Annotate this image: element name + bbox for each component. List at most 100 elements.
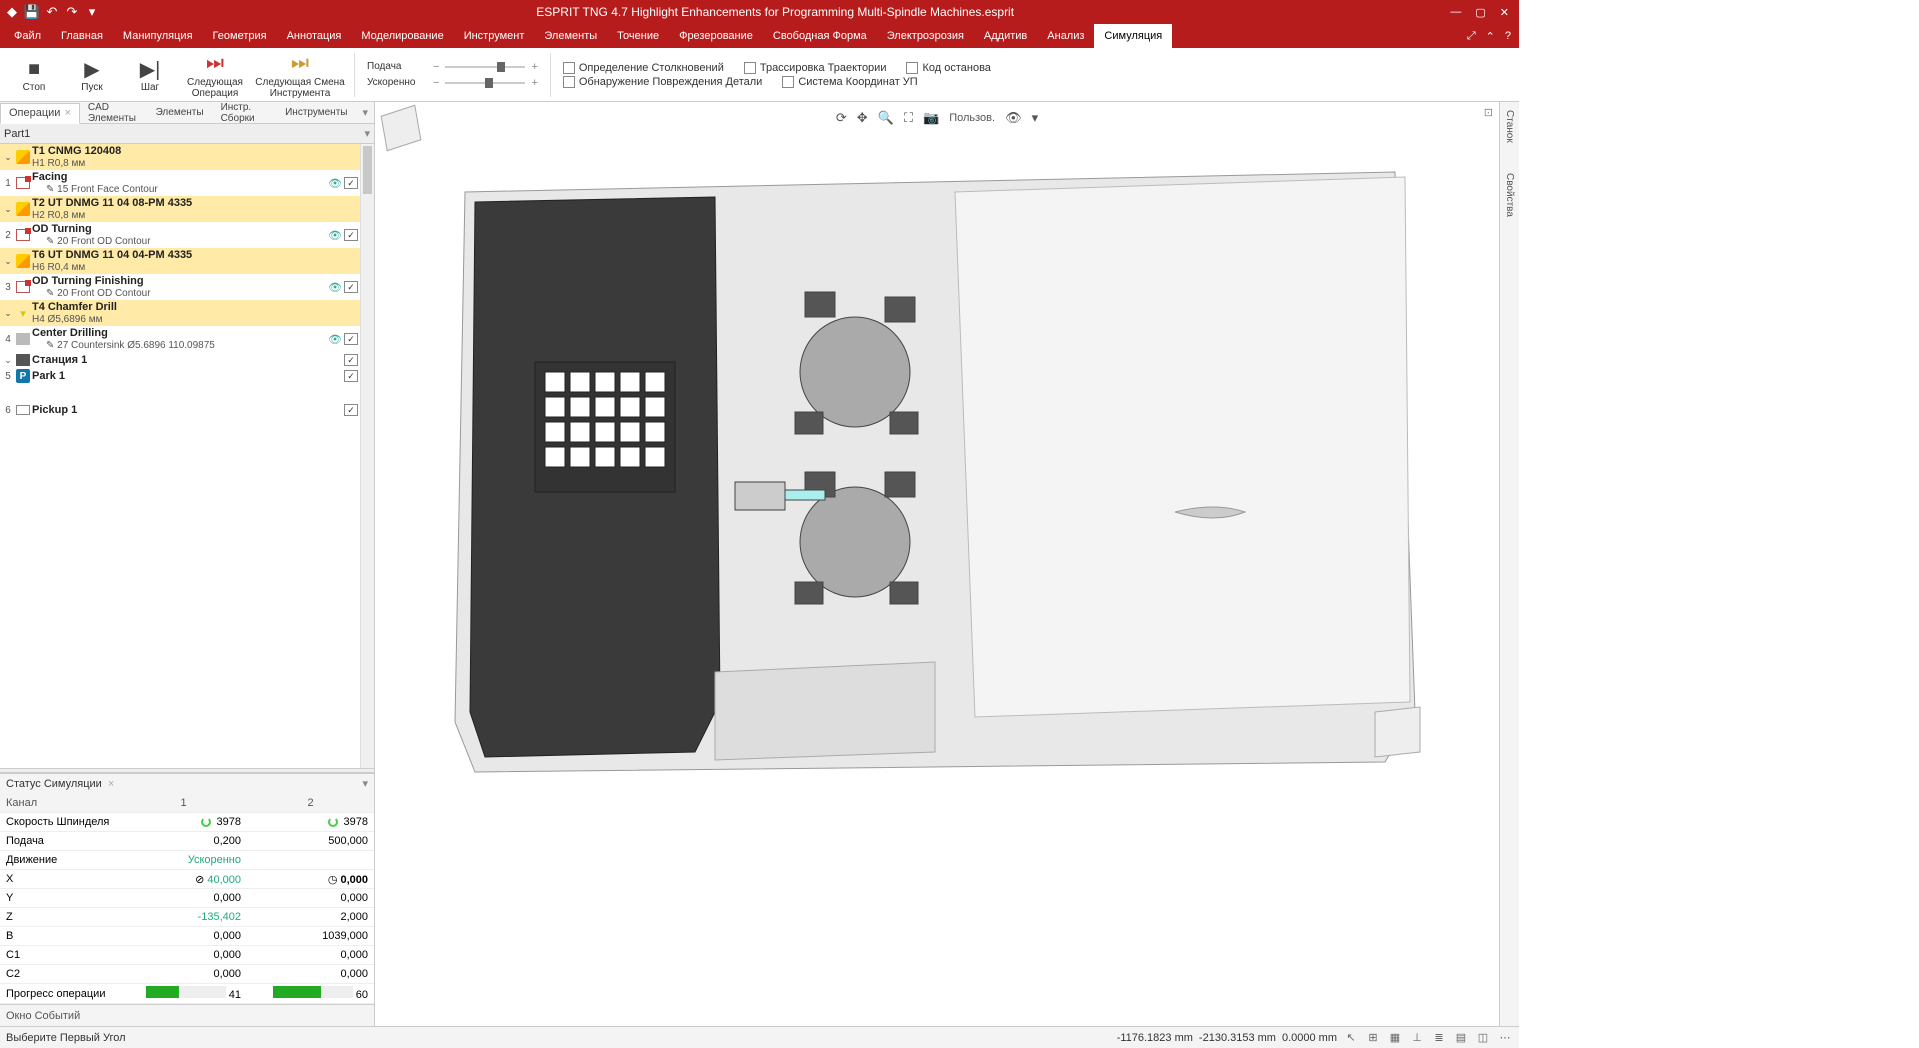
menu-file[interactable]: Файл <box>4 24 51 48</box>
help-icon[interactable]: ? <box>1505 30 1511 42</box>
sim-row: Y0,0000,000 <box>0 889 374 908</box>
tab-elements[interactable]: Элементы <box>148 102 213 123</box>
status-bar: Выберите Первый Угол -1176.1823 mm -2130… <box>0 1026 1519 1048</box>
sim-row: X⊘ 40,000◷ 0,000 <box>0 870 374 889</box>
tree-operation-row[interactable]: 3OD Turning Finishing✎ 20 Front OD Conto… <box>0 274 374 300</box>
ribbon-collapse-icon[interactable]: ⌃ <box>1486 30 1495 43</box>
play-button[interactable]: ▶Пуск <box>64 50 120 100</box>
grid-icon[interactable]: ▦ <box>1387 1030 1403 1046</box>
tree-operation-row[interactable]: 2OD Turning✎ 20 Front OD Contour👁✓ <box>0 222 374 248</box>
window-title: ESPRIT TNG 4.7 Highlight Enhancements fo… <box>100 5 1450 19</box>
left-panel-tabs: Операции× CAD Элементы Элементы Инстр. С… <box>0 102 374 124</box>
tree-tool-row[interactable]: ⌄T1 CNMG 120408H1 R0,8 мм <box>0 144 374 170</box>
operations-tree[interactable]: ⌄T1 CNMG 120408H1 R0,8 мм1Facing✎ 15 Fro… <box>0 144 374 768</box>
status-coord-y: -2130.3153 mm <box>1199 1032 1276 1044</box>
tab-properties[interactable]: Свойства <box>1504 173 1515 217</box>
machine-render <box>415 112 1435 852</box>
layers-icon[interactable]: ≣ <box>1431 1030 1447 1046</box>
right-side-tabs: Станок Свойства <box>1499 102 1519 1026</box>
qat-undo-icon[interactable]: ↶ <box>44 4 60 20</box>
rapid-slider-label: Ускоренно <box>367 77 427 88</box>
menu-analysis[interactable]: Анализ <box>1037 24 1094 48</box>
status-coord-x: -1176.1823 mm <box>1117 1032 1193 1044</box>
menu-milling[interactable]: Фрезерование <box>669 24 763 48</box>
minimize-button[interactable]: — <box>1450 6 1461 19</box>
tab-tool-assemblies[interactable]: Инстр. Сборки <box>213 102 278 123</box>
qat-redo-icon[interactable]: ↷ <box>64 4 80 20</box>
feed-slider-label: Подача <box>367 61 427 72</box>
tree-tool-row[interactable]: ⌄T2 UT DNMG 11 04 08-PM 4335H2 R0,8 мм <box>0 196 374 222</box>
events-panel-header[interactable]: Окно Событий <box>0 1004 374 1026</box>
viewport-3d[interactable]: ⟳ ✥ 🔍 ⛶ 📷 Пользов. 👁 ▾ ⊡ <box>375 102 1499 1026</box>
tree-operation-row[interactable]: 4Center Drilling✎ 27 Countersink Ø5.6896… <box>0 326 374 352</box>
feed-slider[interactable] <box>445 60 525 74</box>
qat-esprit-icon[interactable]: ◆ <box>4 4 20 20</box>
snap-icon[interactable]: ⊞ <box>1365 1030 1381 1046</box>
next-operation-button[interactable]: ⏭Следующая Операция <box>180 50 250 100</box>
menu-home[interactable]: Главная <box>51 24 113 48</box>
selection-icon[interactable]: ◫ <box>1475 1030 1491 1046</box>
qat-save-icon[interactable]: 💾 <box>24 4 40 20</box>
tree-tool-row[interactable]: ⌄▾T4 Chamfer DrillH4 Ø5,6896 мм <box>0 300 374 326</box>
stop-code-checkbox[interactable]: Код останова <box>906 62 990 74</box>
sim-row: C20,0000,000 <box>0 965 374 984</box>
menu-geometry[interactable]: Геометрия <box>203 24 277 48</box>
tree-tool-row[interactable]: ⌄T6 UT DNMG 11 04 04-PM 4335H6 R0,4 мм <box>0 248 374 274</box>
sim-row: Скорость Шпинделя 3978 3978 <box>0 813 374 832</box>
maximize-button[interactable]: ▢ <box>1475 6 1485 19</box>
menu-additive[interactable]: Аддитив <box>974 24 1037 48</box>
sim-row: Прогресс операции 41 60 <box>0 984 374 1004</box>
menu-tool[interactable]: Инструмент <box>454 24 535 48</box>
menu-simulation[interactable]: Симуляция <box>1094 24 1172 48</box>
panel-options-icon[interactable]: ▾ <box>362 777 368 790</box>
tree-operation-row[interactable]: 1Facing✎ 15 Front Face Contour👁✓ <box>0 170 374 196</box>
tab-cad-elements[interactable]: CAD Элементы <box>80 102 148 123</box>
menu-bar: Файл Главная Манипуляция Геометрия Аннот… <box>0 24 1519 48</box>
qat-dropdown-icon[interactable]: ▾ <box>84 4 100 20</box>
tree-park-row[interactable]: 5PPark 1✓ <box>0 368 374 384</box>
simulation-status-panel: Статус Симуляции×▾ Канал12Скорость Шпинд… <box>0 773 374 1005</box>
next-tool-change-button[interactable]: ⏭Следующая Смена Инструмента <box>252 50 348 100</box>
stop-button[interactable]: ■Стоп <box>6 50 62 100</box>
sim-row: ДвижениеУскоренно <box>0 851 374 870</box>
sim-row: Подача0,200500,000 <box>0 832 374 851</box>
close-button[interactable]: ✕ <box>1500 6 1509 19</box>
menu-turning[interactable]: Точение <box>607 24 669 48</box>
menu-modeling[interactable]: Моделирование <box>351 24 453 48</box>
panel-options-icon[interactable]: ▾ <box>356 106 374 119</box>
step-button[interactable]: ▶|Шаг <box>122 50 178 100</box>
trace-path-checkbox[interactable]: Трассировка Траектории <box>744 62 887 74</box>
cursor-icon[interactable]: ↖ <box>1343 1030 1359 1046</box>
tab-tools[interactable]: Инструменты <box>277 102 356 123</box>
sim-status-table: Канал12Скорость Шпинделя 3978 3978Подача… <box>0 794 374 1005</box>
tree-station-row[interactable]: ⌄Станция 1✓ <box>0 352 374 368</box>
status-coord-z: 0.0000 mm <box>1282 1032 1337 1044</box>
viewport-pin-icon[interactable]: ⊡ <box>1484 106 1493 119</box>
menu-freeform[interactable]: Свободная Форма <box>763 24 877 48</box>
rapid-slider[interactable] <box>445 76 525 90</box>
menu-edm[interactable]: Электроэрозия <box>877 24 974 48</box>
sim-row: B0,0001039,000 <box>0 927 374 946</box>
tab-operations[interactable]: Операции× <box>0 103 80 124</box>
filter-icon[interactable]: ▤ <box>1453 1030 1469 1046</box>
tree-scrollbar[interactable] <box>360 144 374 768</box>
more-icon[interactable]: ⋯ <box>1497 1030 1513 1046</box>
status-prompt: Выберите Первый Угол <box>6 1032 126 1044</box>
part-damage-checkbox[interactable]: Обнаружение Повреждения Детали <box>563 76 762 88</box>
menu-annotation[interactable]: Аннотация <box>277 24 352 48</box>
ortho-icon[interactable]: ⊥ <box>1409 1030 1425 1046</box>
left-panel: Операции× CAD Элементы Элементы Инстр. С… <box>0 102 375 1026</box>
sim-row: Z-135,4022,000 <box>0 908 374 927</box>
tab-machine[interactable]: Станок <box>1504 110 1515 143</box>
nc-cs-checkbox[interactable]: Система Координат УП <box>782 76 917 88</box>
sim-status-title: Статус Симуляции <box>6 778 102 790</box>
part-selector[interactable]: Part1▾ <box>0 124 374 144</box>
menu-manipulation[interactable]: Манипуляция <box>113 24 203 48</box>
menu-elements[interactable]: Элементы <box>534 24 607 48</box>
tree-pickup-row[interactable]: 6Pickup 1✓ <box>0 402 374 418</box>
title-bar: ◆ 💾 ↶ ↷ ▾ ESPRIT TNG 4.7 Highlight Enhan… <box>0 0 1519 24</box>
ribbon: ■Стоп ▶Пуск ▶|Шаг ⏭Следующая Операция ⏭С… <box>0 48 1519 102</box>
sim-row: C10,0000,000 <box>0 946 374 965</box>
collision-detect-checkbox[interactable]: Определение Столкновений <box>563 62 724 74</box>
ribbon-minimize-icon[interactable]: ⤢ <box>1467 30 1476 43</box>
